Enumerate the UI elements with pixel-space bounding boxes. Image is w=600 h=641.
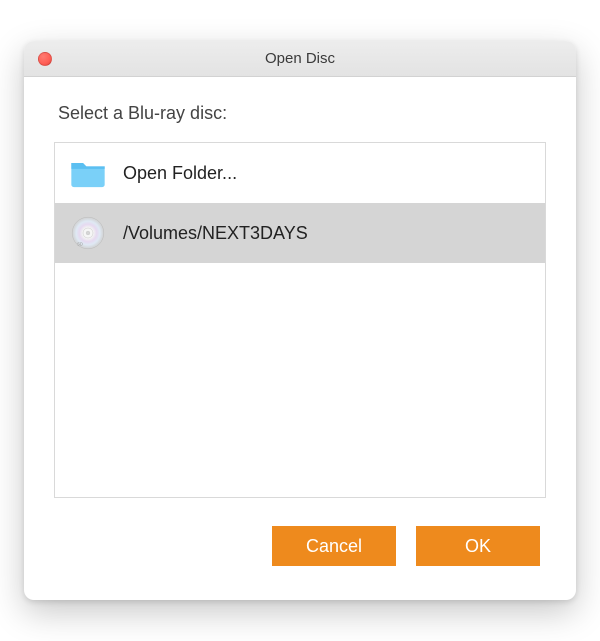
close-window-button[interactable]	[38, 52, 52, 66]
button-bar: Cancel OK	[54, 526, 540, 566]
disc-list: Open Folder...	[54, 142, 546, 498]
volume-label: /Volumes/NEXT3DAYS	[123, 223, 308, 244]
open-folder-row[interactable]: Open Folder...	[55, 143, 545, 203]
dialog-window: Open Disc Select a Blu-ray disc: Open Fo…	[24, 41, 576, 600]
titlebar: Open Disc	[24, 41, 576, 77]
prompt-text: Select a Blu-ray disc:	[58, 103, 546, 124]
folder-icon	[67, 152, 109, 194]
cancel-button[interactable]: Cancel	[272, 526, 396, 566]
disc-icon: SD	[67, 212, 109, 254]
window-title: Open Disc	[24, 50, 576, 67]
ok-button[interactable]: OK	[416, 526, 540, 566]
dialog-content: Select a Blu-ray disc: Open Folder...	[24, 77, 576, 600]
svg-text:SD: SD	[77, 242, 83, 247]
volume-row[interactable]: SD /Volumes/NEXT3DAYS	[55, 203, 545, 263]
open-folder-label: Open Folder...	[123, 163, 237, 184]
